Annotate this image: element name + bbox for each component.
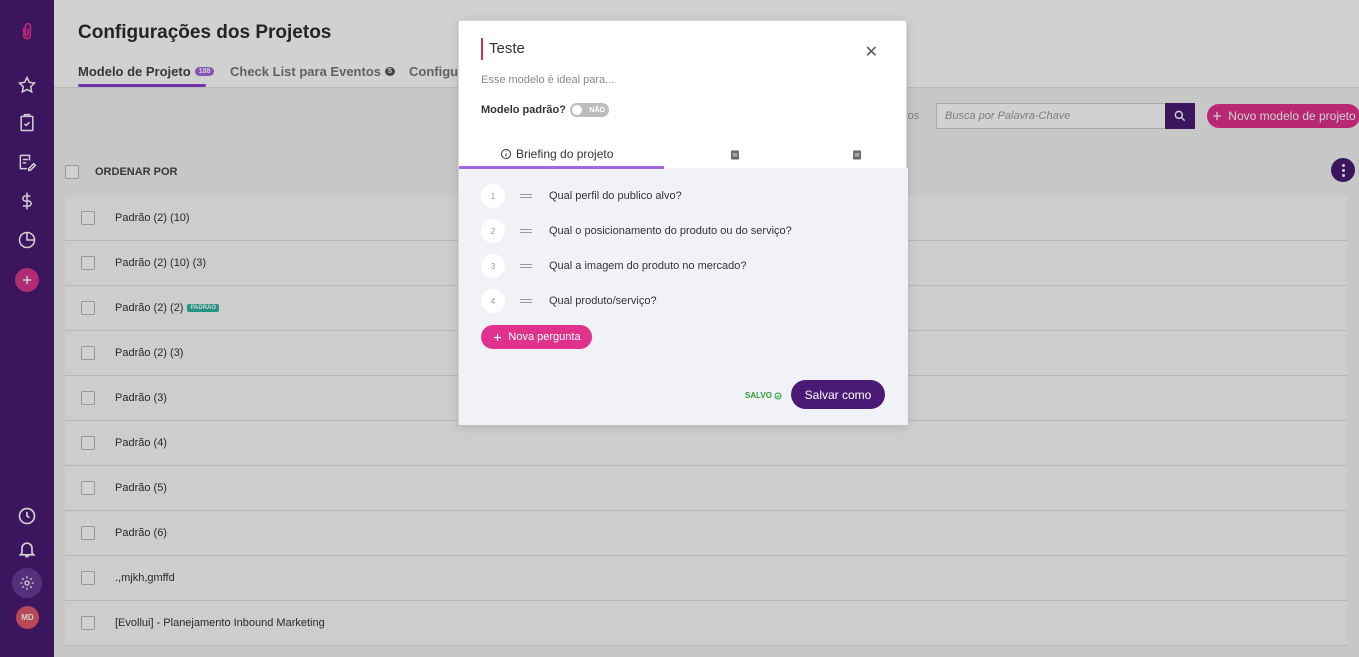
document-icon bbox=[731, 150, 739, 160]
drag-handle-icon[interactable] bbox=[520, 299, 532, 303]
tab-document-2[interactable] bbox=[729, 149, 741, 161]
default-model-row: Modelo padrão? NÃO bbox=[481, 103, 609, 117]
question-text: Qual a imagem do produto no mercado? bbox=[549, 260, 747, 272]
saved-status: SALVO bbox=[745, 391, 782, 400]
info-icon bbox=[501, 149, 511, 159]
saved-label: SALVO bbox=[745, 391, 772, 400]
default-model-label: Modelo padrão? bbox=[481, 104, 566, 116]
drag-handle-icon[interactable] bbox=[520, 194, 532, 198]
check-icon bbox=[774, 392, 782, 399]
question-number: 1 bbox=[481, 184, 505, 208]
plus-icon bbox=[494, 333, 502, 341]
toggle-label: NÃO bbox=[589, 106, 605, 114]
description-input[interactable]: Esse modelo é ideal para... bbox=[481, 74, 614, 86]
question-text: Qual perfil do publico alvo? bbox=[549, 190, 682, 202]
question-row[interactable]: 3 Qual a imagem do produto no mercado? bbox=[481, 254, 747, 278]
tab-document-3[interactable] bbox=[851, 149, 863, 161]
question-number: 4 bbox=[481, 289, 505, 313]
tab-briefing[interactable]: Briefing do projeto bbox=[500, 147, 613, 161]
question-row[interactable]: 4 Qual produto/serviço? bbox=[481, 289, 657, 313]
question-row[interactable]: 2 Qual o posicionamento do produto ou do… bbox=[481, 219, 792, 243]
question-number: 3 bbox=[481, 254, 505, 278]
close-icon[interactable]: ✕ bbox=[865, 42, 878, 62]
save-as-button[interactable]: Salvar como bbox=[791, 380, 885, 409]
modal-title-input[interactable]: Teste bbox=[481, 38, 525, 60]
question-text: Qual produto/serviço? bbox=[549, 295, 657, 307]
project-model-modal: Teste ✕ Esse modelo é ideal para... Mode… bbox=[458, 20, 908, 425]
drag-handle-icon[interactable] bbox=[520, 264, 532, 268]
questions-panel: 1 Qual perfil do publico alvo? 2 Qual o … bbox=[459, 169, 908, 425]
new-question-button[interactable]: Nova pergunta bbox=[481, 325, 592, 349]
default-model-toggle[interactable]: NÃO bbox=[569, 103, 609, 117]
drag-handle-icon[interactable] bbox=[520, 229, 532, 233]
new-question-label: Nova pergunta bbox=[508, 331, 581, 343]
document-icon bbox=[853, 150, 861, 160]
question-number: 2 bbox=[481, 219, 505, 243]
question-text: Qual o posicionamento do produto ou do s… bbox=[549, 225, 792, 237]
tab-label: Briefing do projeto bbox=[516, 147, 614, 161]
modal-tabs: Briefing do projeto bbox=[459, 139, 908, 169]
question-row[interactable]: 1 Qual perfil do publico alvo? bbox=[481, 184, 682, 208]
